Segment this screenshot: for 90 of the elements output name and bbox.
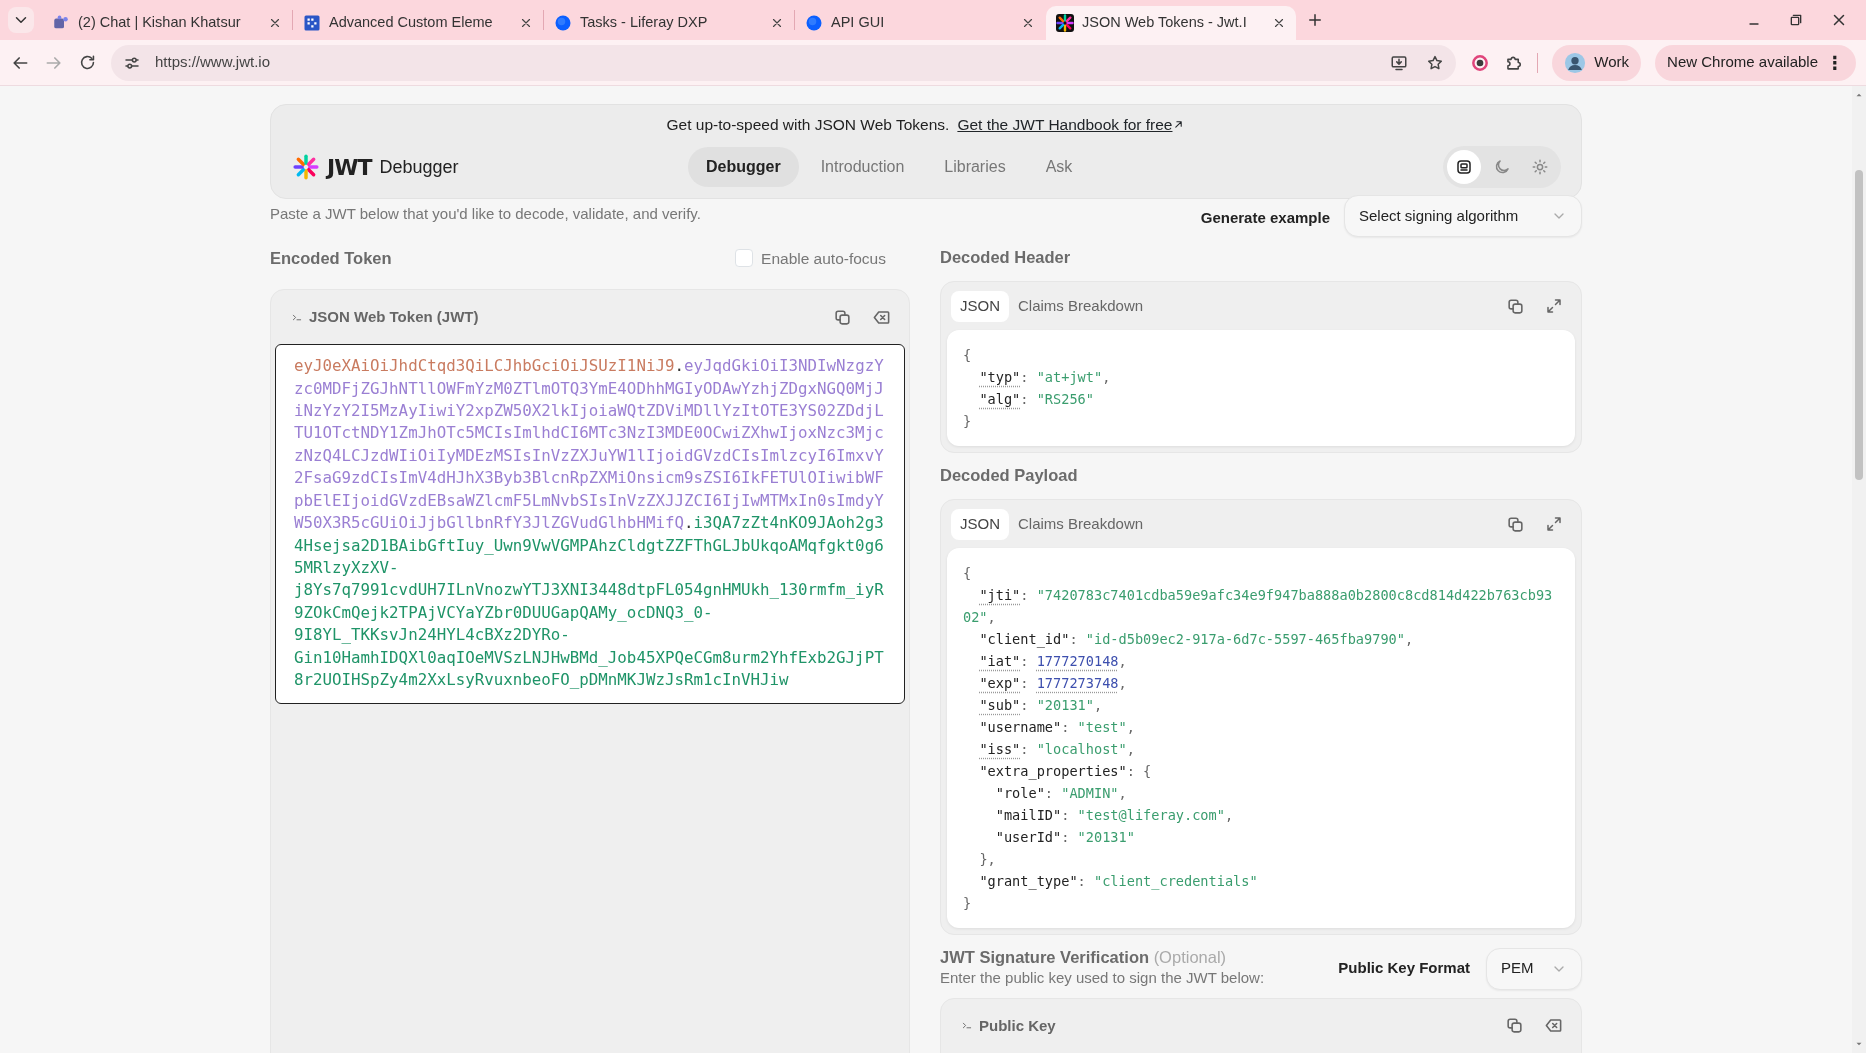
code-line: "sub": "20131", xyxy=(978,696,1104,716)
generate-label: Generate example xyxy=(1200,208,1330,229)
button-label: New Chrome available xyxy=(1667,52,1818,73)
intro-text: Paste a JWT below that you'd like to decode, validate, and verify. xyxy=(270,204,701,225)
token-field[interactable]: eyJ0eXAiOiJhdCtqd3QiLCJhbGciOiJSUzI1NiJ9.eyJqdGkiOiI3NDIwNzgzYzc0MDFjZGJhNTllOWFmYzM0ZTlmOTQ3YmE4ODhhMGIyODAwYzhjZDgxNGQ0MjJiNzYzY2I5MzAyIiwiY2xpZW50X2lkIjoiaWQtZDViMDllYzItOTE3YS02ZDdjLTU1OTctNDY1ZmJhOTc5MCIsImlhdCI6MTc3NzI3MDE0OCwiZXhwIjoxNzc3MjczNzQ4LCJzdWIiOiIyMDEzMSIsInVzZXJuYW1lIjoidGVzdCIsImlzcyI6ImxvY2FsaG9zdCIsImV4dHJhX3Byb3BlcnRpZXMiOnsicm9sZSI6IkFETUlOIiwibWFpbElEIjoidGVzdEBsaWZlcmF5LmNvbSIsInVzZXJJZCI6IjIwMTMxIn0sImdyYW50X3R5cGUiOiJjbGllbnRfY3JlZGVudGlhbHMifQ.i3QA7zZt4nKO9JAoh2g34Hsejsa2D1BAibGftIuy_Uwn9VwVGMPAhzCldgtZZFThGLJbUkqoAMqfgkt0g65MRlzyXzXV-j8Ys7q7991cvdUH7ILnVnozwYTJ3XNI3448dtpFL054gnHMUkh_130rmfm_iyR9ZOkCmQejk2TPAjVCYaYZbr0DUUGapQAMy_ocDNQ3_0-9I8YL_TKKsvJn24HYL4cBXz2DYRo-Gin10HamhIDQXl0aqIOeMVSzLNJHwBMd_Job45XPQeCGm8urm2YhfExb2GJjPT8r2UOIHSpZy4m2XxLsyRvuxnbeoFO_pDMnMKJWzJsRm1cInVHJiw xyxy=(275,344,905,705)
nav-tab[interactable]: Libraries xyxy=(926,147,1024,188)
copy-icon[interactable] xyxy=(1505,1016,1524,1036)
auto-focus-checkbox[interactable] xyxy=(735,249,754,268)
section-title: JWT Signature Verification (Optional) xyxy=(940,947,1228,968)
code-line: "exp": 1777273748, xyxy=(978,674,1128,694)
code-line: { xyxy=(963,346,973,366)
close-icon[interactable] xyxy=(770,16,784,30)
section-title: Decoded Header xyxy=(940,246,1072,268)
code-line: "typ": "at+jwt", xyxy=(978,368,1112,388)
close-icon[interactable] xyxy=(1021,16,1035,30)
tab-title: JSON Web Tokens - Jwt.I xyxy=(1082,13,1248,33)
more-icon: ⋮ xyxy=(1826,49,1844,76)
view-tab[interactable]: Claims Breakdown xyxy=(1009,291,1153,322)
copy-icon[interactable] xyxy=(1506,296,1525,316)
view-tab[interactable]: JSON xyxy=(951,509,1009,540)
close-icon[interactable] xyxy=(519,16,533,30)
ring-icon[interactable] xyxy=(1470,52,1491,73)
section-title: Decoded Payload xyxy=(940,464,1079,486)
scrollbar-thumb[interactable] xyxy=(1855,170,1863,480)
copy-icon[interactable] xyxy=(1506,514,1525,534)
profile-button[interactable]: Work xyxy=(1552,44,1642,81)
copy-icon[interactable] xyxy=(833,307,852,327)
system-theme-button[interactable] xyxy=(1447,150,1481,185)
browser-tab[interactable]: API GUI xyxy=(795,6,1045,40)
tab-title: (2) Chat | Kishan Khatsur xyxy=(78,13,242,33)
subtitle-text: Enter the public key used to sign the JWT below: xyxy=(940,968,1265,989)
code-line: "mailID": "test@liferay.com", xyxy=(994,806,1235,826)
code-line: } xyxy=(963,412,973,432)
nav-tab[interactable]: Introduction xyxy=(802,147,923,188)
code-line: { xyxy=(963,564,973,584)
star-icon[interactable] xyxy=(1426,53,1445,72)
panel-title: JSON Web Token (JWT) xyxy=(309,307,479,327)
grid-icon xyxy=(303,14,321,32)
code-line: "iat": 1777270148, xyxy=(978,652,1128,672)
format-select[interactable]: PEM xyxy=(1486,947,1582,990)
algorithm-select[interactable]: Select signing algorithm xyxy=(1344,195,1582,238)
nav-tab[interactable]: Ask xyxy=(1027,147,1091,188)
view-tab[interactable]: Claims Breakdown xyxy=(1009,509,1153,540)
avatar-icon xyxy=(1564,51,1587,74)
browser-tab[interactable]: Advanced Custom Eleme xyxy=(293,6,543,40)
logo-icon xyxy=(293,154,319,181)
view-tab[interactable]: JSON xyxy=(951,291,1009,322)
code-line: "role": "ADMIN", xyxy=(994,784,1128,804)
restore-icon[interactable] xyxy=(1788,12,1804,28)
tab-search-button[interactable] xyxy=(8,7,34,33)
new-tab-icon[interactable] xyxy=(1306,11,1324,29)
code-line: "grant_type": "client_credentials" xyxy=(978,872,1259,892)
circle-icon xyxy=(554,14,572,32)
expand-icon[interactable] xyxy=(1545,296,1563,315)
profile-name: Work xyxy=(1594,52,1630,73)
code-line: "username": "test", xyxy=(978,718,1136,738)
handbook-link[interactable]: Get the JWT Handbook for free xyxy=(957,113,1186,137)
checkbox-label: Enable auto-focus xyxy=(761,248,886,269)
close-icon[interactable] xyxy=(268,16,282,30)
logo-text: JWT xyxy=(327,153,372,182)
sun-icon xyxy=(1531,158,1549,177)
browser-tab[interactable]: JSON Web Tokens - Jwt.I xyxy=(1046,6,1296,40)
update-button[interactable]: New Chrome available ⋮ xyxy=(1655,44,1856,81)
flower-icon xyxy=(1056,14,1074,32)
format-label: Public Key Format xyxy=(1338,958,1470,979)
tab-title: Advanced Custom Eleme xyxy=(329,13,494,33)
code-line: "alg": "RS256" xyxy=(978,390,1095,410)
code-line: "extra_properties": { xyxy=(978,762,1153,782)
banner-text: Get up-to-speed with JSON Web Tokens. xyxy=(666,115,950,135)
tab-title: Tasks - Liferay DXP xyxy=(580,13,709,33)
panel-title: Public Key xyxy=(979,1015,1056,1036)
code-line: }, xyxy=(978,850,997,870)
code-line: "userId": "20131" xyxy=(994,828,1136,848)
app-title: Debugger xyxy=(379,155,459,179)
code-line: } xyxy=(963,894,973,914)
code-line: "jti": "7420783c7401cdba59e9afc34e9f947ba888a0b2800c8cd814d422b763cb9302", xyxy=(963,586,1554,628)
expand-icon[interactable] xyxy=(1545,514,1563,533)
monitor-icon xyxy=(1455,158,1473,177)
close-icon[interactable] xyxy=(1272,16,1286,30)
tab-title: API GUI xyxy=(831,13,886,33)
section-title: Encoded Token xyxy=(270,247,392,269)
browser-tab[interactable]: Tasks - Liferay DXP xyxy=(544,6,794,40)
reload-icon[interactable] xyxy=(78,53,97,72)
nav-tab[interactable]: Debugger xyxy=(688,147,799,188)
code-line: "iss": "localhost", xyxy=(978,740,1136,760)
install-icon[interactable] xyxy=(1390,53,1409,72)
browser-tab[interactable]: (2) Chat | Kishan Khatsur xyxy=(42,6,292,40)
circle-icon xyxy=(805,14,823,32)
url-text[interactable]: https://www.jwt.io xyxy=(155,51,271,74)
code-line: "client_id": "id-d5b09ec2-917a-6d7c-5597-465fba9790", xyxy=(978,630,1415,650)
